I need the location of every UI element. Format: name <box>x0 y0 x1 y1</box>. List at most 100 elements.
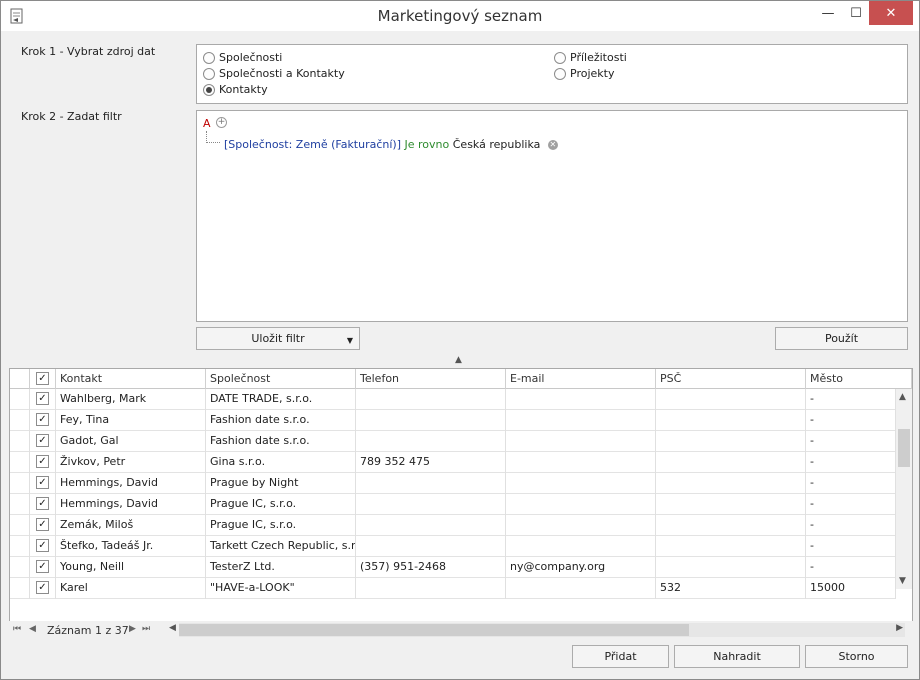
add-condition-icon[interactable]: + <box>216 117 227 128</box>
save-filter-button[interactable]: Uložit filtr ▼ <box>196 327 360 350</box>
radio-companies[interactable]: Společnosti <box>203 51 282 64</box>
cell-email[interactable]: ny@company.org <box>506 557 656 578</box>
column-header-contact[interactable]: Kontakt <box>56 369 206 389</box>
cell-phone[interactable] <box>356 473 506 494</box>
row-indicator[interactable] <box>10 536 30 557</box>
table-row[interactable]: ✓ Gadot, Gal Fashion date s.r.o. - <box>10 431 896 452</box>
cell-phone[interactable] <box>356 410 506 431</box>
cell-zip[interactable] <box>656 536 806 557</box>
horizontal-scroll-thumb[interactable] <box>179 624 689 636</box>
cell-email[interactable] <box>506 431 656 452</box>
cell-company[interactable]: Tarkett Czech Republic, s.r.... <box>206 536 356 557</box>
table-row[interactable]: ✓ Fey, Tina Fashion date s.r.o. - <box>10 410 896 431</box>
close-button[interactable]: ✕ <box>869 1 913 25</box>
select-all-header[interactable]: ✓ <box>30 369 56 389</box>
radio-projects[interactable]: Projekty <box>554 67 614 80</box>
filter-editor[interactable]: A + [Společnost: Země (Fakturační)] Je r… <box>196 110 908 322</box>
cell-contact[interactable]: Karel <box>56 578 206 599</box>
row-indicator[interactable] <box>10 389 30 410</box>
table-row[interactable]: ✓ Štefko, Tadeáš Jr. Tarkett Czech Republi… <box>10 536 896 557</box>
horizontal-scrollbar[interactable]: ▶ <box>179 623 905 637</box>
cell-phone[interactable]: (357) 951-2468 <box>356 557 506 578</box>
row-checkbox[interactable]: ✓ <box>36 497 49 510</box>
vertical-scrollbar[interactable]: ▲ ▼ <box>896 389 912 589</box>
scroll-thumb[interactable] <box>898 429 910 467</box>
cell-phone[interactable] <box>356 389 506 410</box>
table-row[interactable]: ✓ Hemmings, David Prague IC, s.r.o. - <box>10 494 896 515</box>
row-checkbox[interactable]: ✓ <box>36 413 49 426</box>
column-header-email[interactable]: E-mail <box>506 369 656 389</box>
select-all-checkbox[interactable]: ✓ <box>36 372 49 385</box>
cell-email[interactable] <box>506 536 656 557</box>
cell-city[interactable]: - <box>806 452 896 473</box>
cell-city[interactable]: - <box>806 389 896 410</box>
cell-company[interactable]: Prague IC, s.r.o. <box>206 515 356 536</box>
first-record-icon[interactable]: ⏮ <box>13 624 21 634</box>
replace-button[interactable]: Nahradit <box>674 645 800 668</box>
cell-contact[interactable]: Fey, Tina <box>56 410 206 431</box>
cell-company[interactable]: "HAVE-a-LOOK" <box>206 578 356 599</box>
scroll-right-icon[interactable]: ▶ <box>896 623 903 633</box>
condition-operator[interactable]: Je rovno <box>405 138 450 151</box>
scroll-left-icon[interactable]: ◀ <box>169 623 176 633</box>
cell-contact[interactable]: Hemmings, David <box>56 473 206 494</box>
cell-city[interactable]: - <box>806 410 896 431</box>
cell-phone[interactable]: 789 352 475 <box>356 452 506 473</box>
row-checkbox[interactable]: ✓ <box>36 455 49 468</box>
minimize-button[interactable]: — <box>813 1 843 25</box>
table-row[interactable]: ✓ Karel "HAVE-a-LOOK" 532 15000 <box>10 578 896 599</box>
cell-contact[interactable]: Young, Neill <box>56 557 206 578</box>
row-checkbox[interactable]: ✓ <box>36 434 49 447</box>
row-indicator[interactable] <box>10 557 30 578</box>
cell-zip[interactable] <box>656 473 806 494</box>
add-button[interactable]: Přidat <box>572 645 669 668</box>
row-indicator[interactable] <box>10 410 30 431</box>
cell-company[interactable]: DATE TRADE, s.r.o. <box>206 389 356 410</box>
cell-zip[interactable]: 532 <box>656 578 806 599</box>
table-row[interactable]: ✓ Zemák, Miloš Prague IC, s.r.o. - <box>10 515 896 536</box>
cell-city[interactable]: 15000 <box>806 578 896 599</box>
cell-phone[interactable] <box>356 431 506 452</box>
cell-city[interactable]: - <box>806 557 896 578</box>
cell-contact[interactable]: Hemmings, David <box>56 494 206 515</box>
radio-companies-and-contacts[interactable]: Společnosti a Kontakty <box>203 67 345 80</box>
cell-phone[interactable] <box>356 515 506 536</box>
cell-contact[interactable]: Gadot, Gal <box>56 431 206 452</box>
cell-company[interactable]: Fashion date s.r.o. <box>206 431 356 452</box>
collapse-panel-icon[interactable]: ▲ <box>455 355 462 365</box>
column-header-city[interactable]: Město <box>806 369 912 389</box>
filter-group-root[interactable]: A <box>203 117 211 130</box>
condition-field[interactable]: [Společnost: Země (Fakturační)] <box>224 138 401 151</box>
apply-button[interactable]: Použít <box>775 327 908 350</box>
cell-company[interactable]: Prague by Night <box>206 473 356 494</box>
cell-zip[interactable] <box>656 410 806 431</box>
row-checkbox[interactable]: ✓ <box>36 539 49 552</box>
cell-company[interactable]: Gina s.r.o. <box>206 452 356 473</box>
row-checkbox[interactable]: ✓ <box>36 581 49 594</box>
cell-phone[interactable] <box>356 578 506 599</box>
next-record-icon[interactable]: ▶ <box>129 624 136 634</box>
cell-email[interactable] <box>506 452 656 473</box>
row-indicator[interactable] <box>10 452 30 473</box>
column-header-phone[interactable]: Telefon <box>356 369 506 389</box>
cell-email[interactable] <box>506 410 656 431</box>
cell-company[interactable]: TesterZ Ltd. <box>206 557 356 578</box>
row-checkbox[interactable]: ✓ <box>36 476 49 489</box>
cell-contact[interactable]: Wahlberg, Mark <box>56 389 206 410</box>
cell-email[interactable] <box>506 389 656 410</box>
prev-record-icon[interactable]: ◀ <box>29 624 36 634</box>
cell-zip[interactable] <box>656 515 806 536</box>
radio-opportunities[interactable]: Příležitosti <box>554 51 627 64</box>
cell-zip[interactable] <box>656 452 806 473</box>
column-header-company[interactable]: Společnost <box>206 369 356 389</box>
row-indicator[interactable] <box>10 515 30 536</box>
cell-email[interactable] <box>506 494 656 515</box>
cell-zip[interactable] <box>656 389 806 410</box>
scroll-down-icon[interactable]: ▼ <box>899 576 906 586</box>
cell-contact[interactable]: Štefko, Tadeáš Jr. <box>56 536 206 557</box>
table-row[interactable]: ✓ Wahlberg, Mark DATE TRADE, s.r.o. - <box>10 389 896 410</box>
cell-email[interactable] <box>506 473 656 494</box>
column-header-zip[interactable]: PSČ <box>656 369 806 389</box>
cancel-button[interactable]: Storno <box>805 645 908 668</box>
maximize-button[interactable]: ☐ <box>841 1 871 25</box>
